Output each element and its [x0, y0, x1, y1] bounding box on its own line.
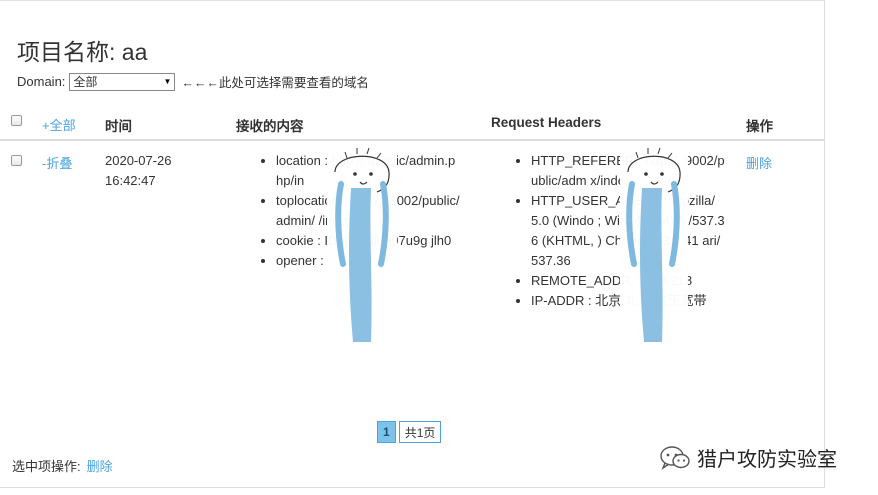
table-header: +全部 时间 接收的内容 Request Headers 操作	[0, 113, 825, 141]
column-content: 接收的内容	[236, 119, 304, 134]
row-time: 2020-07-26 16:42:47	[105, 151, 172, 191]
column-actions: 操作	[746, 119, 773, 134]
doodle-figure-icon	[626, 147, 681, 342]
domain-hint: ←←←此处可选择需要查看的域名	[181, 76, 369, 90]
row-clock: 16:42:47	[105, 173, 156, 188]
domain-select[interactable]: 全部 ▼	[69, 72, 176, 91]
domain-label: Domain:	[17, 74, 66, 89]
select-all-checkbox[interactable]	[11, 115, 22, 126]
watermark: 猎户攻防实验室	[659, 443, 837, 472]
wechat-icon	[660, 445, 690, 470]
dropdown-arrow-icon: ▼	[163, 77, 172, 86]
pagination: 1 共1页	[377, 421, 442, 443]
request-headers-list: HTTP_REFERER : http:// :9002/public/adm …	[513, 151, 725, 311]
doodle-figure-icon	[334, 147, 390, 342]
delete-row-link[interactable]: 删除	[746, 153, 772, 172]
bulk-delete-link[interactable]: 删除	[87, 459, 113, 474]
row-date: 2020-07-26	[105, 153, 172, 168]
bulk-actions: 选中项操作: 删除	[12, 456, 113, 475]
row-checkbox[interactable]	[11, 155, 22, 166]
domain-filter: Domain: 全部 ▼ ←←←此处可选择需要查看的域名	[17, 72, 369, 91]
page-1-button[interactable]: 1	[377, 421, 396, 443]
watermark-text: 猎户攻防实验室	[697, 449, 837, 471]
column-time: 时间	[105, 119, 132, 134]
page-title: 项目名称: aa	[17, 39, 148, 65]
bulk-actions-label: 选中项操作:	[12, 459, 81, 474]
domain-selected-value: 全部	[73, 75, 98, 89]
expand-all-link[interactable]: +全部	[42, 115, 76, 134]
main-panel: 项目名称: aa Domain: 全部 ▼ ←←←此处可选择需要查看的域名 +全…	[0, 0, 825, 488]
collapse-link[interactable]: -折叠	[42, 153, 72, 172]
page-total: 共1页	[398, 421, 442, 443]
column-request-headers: Request Headers	[491, 115, 602, 130]
